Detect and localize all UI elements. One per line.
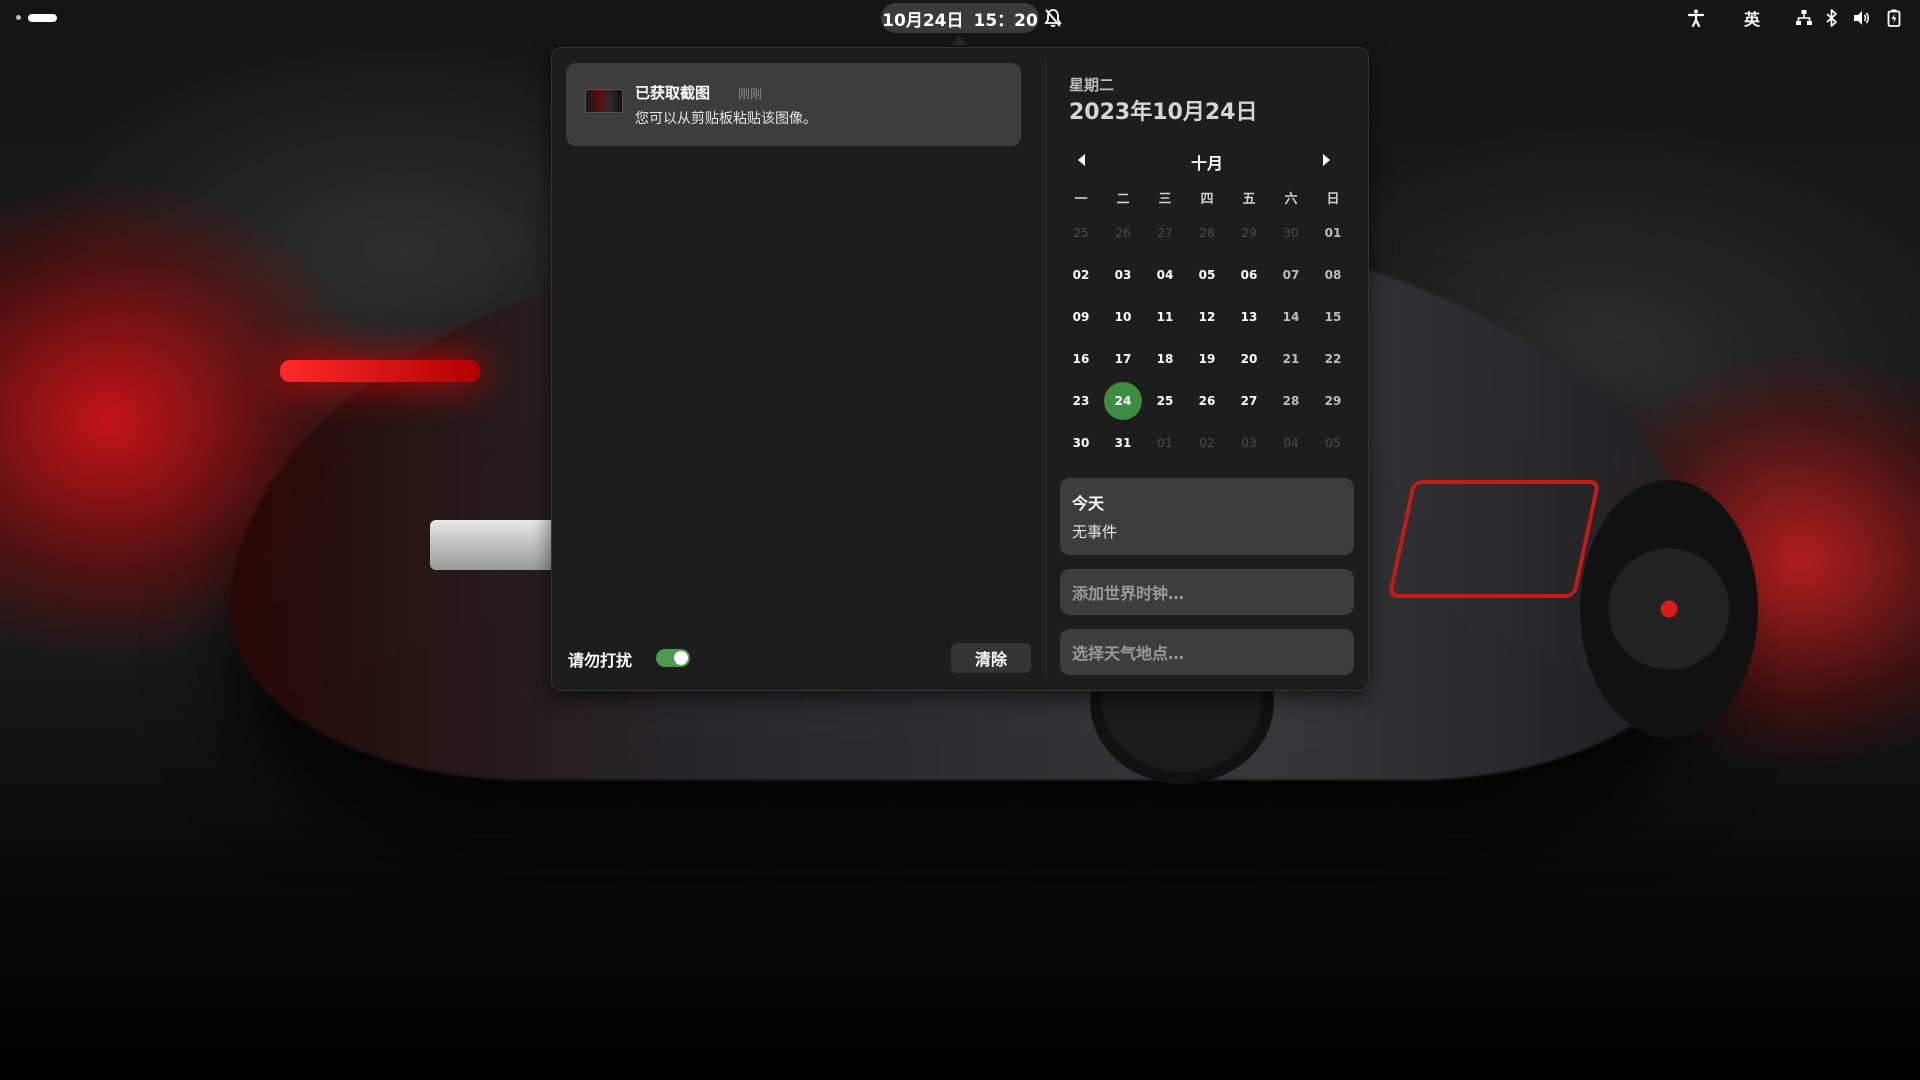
calendar-day[interactable]: 27 <box>1228 380 1270 422</box>
calendar-day[interactable]: 05 <box>1186 254 1228 296</box>
calendar-day[interactable]: 23 <box>1060 380 1102 422</box>
calendar-day-other-month[interactable]: 29 <box>1228 212 1270 254</box>
calendar-day-other-month[interactable]: 03 <box>1228 422 1270 464</box>
calendar-week-row: 02 03 04 05 06 07 08 <box>1060 254 1354 296</box>
calendar-day-other-month[interactable]: 27 <box>1144 212 1186 254</box>
calendar-day[interactable]: 01 <box>1312 212 1354 254</box>
calendar-day[interactable]: 02 <box>1060 254 1102 296</box>
notifications-disabled-icon[interactable] <box>1044 8 1062 28</box>
do-not-disturb-toggle[interactable] <box>656 649 690 667</box>
calendar-day[interactable]: 12 <box>1186 296 1228 338</box>
events-empty-text: 无事件 <box>1072 523 1118 541</box>
battery-icon[interactable] <box>1884 8 1904 28</box>
calendar-day[interactable]: 19 <box>1186 338 1228 380</box>
day-header: 六 <box>1284 192 1298 207</box>
calendar-day-other-month[interactable]: 30 <box>1270 212 1312 254</box>
calendar-day[interactable]: 14 <box>1270 296 1312 338</box>
wallpaper-car-wheel <box>1580 480 1758 738</box>
calendar-day-headers: 一 二 三 四 五 六 日 <box>1060 188 1354 212</box>
network-wired-icon[interactable] <box>1794 8 1814 28</box>
events-title: 今天 <box>1072 494 1105 513</box>
wallpaper-car-taillight <box>280 360 480 382</box>
bluetooth-icon[interactable] <box>1824 8 1840 28</box>
input-method-indicator[interactable]: 英 <box>1742 8 1762 29</box>
top-bar: 10月24日 15：20 英 <box>0 0 1920 35</box>
calendar-day[interactable]: 25 <box>1144 380 1186 422</box>
calendar-day-other-month[interactable]: 02 <box>1186 422 1228 464</box>
clock-time: 15：20 <box>973 10 1038 31</box>
previous-month-button[interactable] <box>1072 150 1092 170</box>
next-month-button[interactable] <box>1316 150 1336 170</box>
events-section[interactable]: 今天 无事件 <box>1060 478 1354 555</box>
calendar-day-other-month[interactable]: 28 <box>1186 212 1228 254</box>
calendar-day[interactable]: 17 <box>1102 338 1144 380</box>
calendar-day[interactable]: 09 <box>1060 296 1102 338</box>
calendar-day[interactable]: 18 <box>1144 338 1186 380</box>
calendar-day[interactable]: 31 <box>1102 422 1144 464</box>
calendar-day[interactable]: 06 <box>1228 254 1270 296</box>
today-highlight: 24 <box>1104 382 1142 420</box>
add-world-clock-button[interactable]: 添加世界时钟… <box>1060 569 1354 615</box>
calendar-week-row: 23 24 25 26 27 28 29 <box>1060 380 1354 422</box>
select-weather-location-button[interactable]: 选择天气地点… <box>1060 629 1354 675</box>
calendar-day[interactable]: 07 <box>1270 254 1312 296</box>
calendar-week-row: 25 26 27 28 29 30 01 <box>1060 212 1354 254</box>
day-header: 四 <box>1200 192 1214 207</box>
calendar-day[interactable]: 04 <box>1144 254 1186 296</box>
calendar-day[interactable]: 13 <box>1228 296 1270 338</box>
notification-body: 您可以从剪贴板粘贴该图像。 <box>635 111 817 127</box>
clock-date: 10月24日 <box>882 10 964 31</box>
calendar-day-other-month[interactable]: 26 <box>1102 212 1144 254</box>
calendar-day-other-month[interactable]: 25 <box>1060 212 1102 254</box>
calendar-week-row: 30 31 01 02 03 04 05 <box>1060 422 1354 464</box>
calendar-day[interactable]: 20 <box>1228 338 1270 380</box>
workspace-indicator-inactive[interactable] <box>16 15 21 20</box>
date-menu-popup: 已获取截图 刚刚 您可以从剪贴板粘贴该图像。 请勿打扰 清除 星期二 2023年… <box>551 47 1369 691</box>
day-header: 五 <box>1242 192 1256 207</box>
calendar-day[interactable]: 26 <box>1186 380 1228 422</box>
wallpaper-car-number <box>1387 480 1601 598</box>
calendar-day[interactable]: 21 <box>1270 338 1312 380</box>
calendar-week-row: 16 17 18 19 20 21 22 <box>1060 338 1354 380</box>
notification-title: 已获取截图 <box>635 84 711 102</box>
day-header: 二 <box>1116 192 1130 207</box>
current-weekday[interactable]: 星期二 <box>1069 74 1114 95</box>
day-header: 三 <box>1158 192 1172 207</box>
screenshot-thumbnail <box>585 89 623 113</box>
calendar-day[interactable]: 16 <box>1060 338 1102 380</box>
volume-icon[interactable] <box>1852 8 1872 28</box>
chevron-left-icon <box>1078 154 1085 166</box>
notification-pane: 已获取截图 刚刚 您可以从剪贴板粘贴该图像。 请勿打扰 清除 <box>552 48 1045 690</box>
calendar-day-today[interactable]: 24 <box>1102 380 1144 422</box>
calendar-day[interactable]: 15 <box>1312 296 1354 338</box>
notification-card[interactable]: 已获取截图 刚刚 您可以从剪贴板粘贴该图像。 <box>566 63 1021 146</box>
calendar-week-row: 09 10 11 12 13 14 15 <box>1060 296 1354 338</box>
do-not-disturb-label: 请勿打扰 <box>568 651 633 670</box>
clock-button[interactable]: 10月24日 15：20 <box>881 3 1039 33</box>
workspace-indicator-active[interactable] <box>28 14 57 22</box>
chevron-right-icon <box>1323 154 1330 166</box>
popup-pointer <box>951 36 967 45</box>
wallpaper-car-plate <box>430 520 570 570</box>
calendar-day[interactable]: 29 <box>1312 380 1354 422</box>
day-header: 一 <box>1074 192 1088 207</box>
calendar-day[interactable]: 28 <box>1270 380 1312 422</box>
accessibility-icon[interactable] <box>1686 8 1706 28</box>
calendar-day-other-month[interactable]: 05 <box>1312 422 1354 464</box>
toggle-knob <box>674 651 688 665</box>
clear-notifications-button[interactable]: 清除 <box>951 643 1031 673</box>
calendar-pane: 星期二 2023年10月24日 十月 一 二 三 四 五 六 日 25 26 27 2… <box>1046 48 1368 690</box>
day-header: 日 <box>1326 192 1340 207</box>
calendar-day[interactable]: 03 <box>1102 254 1144 296</box>
notification-time: 刚刚 <box>738 87 763 101</box>
calendar-day[interactable]: 10 <box>1102 296 1144 338</box>
calendar-day[interactable]: 11 <box>1144 296 1186 338</box>
calendar-day[interactable]: 22 <box>1312 338 1354 380</box>
calendar-day-other-month[interactable]: 01 <box>1144 422 1186 464</box>
calendar-day[interactable]: 08 <box>1312 254 1354 296</box>
calendar-grid: 一 二 三 四 五 六 日 25 26 27 28 29 30 01 02 03 04 05 06 07… <box>1060 188 1354 464</box>
calendar-day[interactable]: 30 <box>1060 422 1102 464</box>
calendar-day-other-month[interactable]: 04 <box>1270 422 1312 464</box>
current-date[interactable]: 2023年10月24日 <box>1069 94 1257 126</box>
